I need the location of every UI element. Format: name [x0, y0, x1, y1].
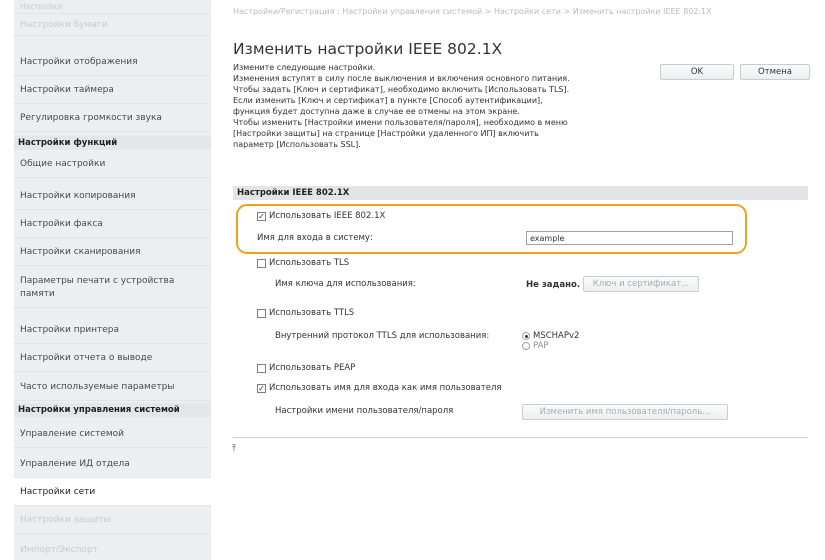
use-peap-checkbox[interactable] [257, 364, 266, 373]
section-header: Настройки IEEE 802.1X [233, 186, 808, 200]
sidebar-item-memory-print[interactable]: Параметры печати с устройства памяти [14, 268, 211, 308]
change-user-pass-button[interactable]: Изменить имя пользователя/пароль... [522, 404, 728, 420]
use-peap-label: Использовать PEAP [269, 363, 356, 373]
sidebar-item-dept-id[interactable]: Управление ИД отдела [14, 450, 211, 478]
use-login-as-user-label: Использовать имя для входа как имя польз… [269, 383, 502, 393]
use-ieee-label: Использовать IEEE 802.1X [269, 211, 386, 221]
description-line: Изменения вступят в силу после выключени… [233, 74, 570, 83]
page-title: Изменить настройки IEEE 802.1X [233, 40, 503, 58]
description-line: [Настройки защиты] на странице [Настройк… [233, 129, 539, 138]
key-cert-button[interactable]: Ключ и сертификат... [583, 276, 699, 292]
sidebar-section-functions: Настройки функций [14, 136, 211, 150]
sidebar-item-security[interactable]: Настройки защиты [14, 506, 211, 534]
description-text: Измените следующие настройки. Изменения … [233, 62, 653, 150]
description-line: Чтобы задать [Ключ и сертификат], необхо… [233, 85, 570, 94]
description-line: Чтобы изменить [Настройки имени пользова… [233, 118, 568, 127]
back-to-top-icon[interactable]: ⤒ [232, 444, 236, 454]
sidebar-item-fax[interactable]: Настройки факса [14, 210, 211, 238]
key-name-label: Имя ключа для использования: [275, 279, 416, 289]
description-line: Если изменить [Ключ и сертификат] в пунк… [233, 96, 543, 105]
sidebar-item-system-mgmt[interactable]: Управление системой [14, 420, 211, 448]
description-line: функция будет доступна даже в случае ее … [233, 107, 520, 116]
use-tls-label: Использовать TLS [269, 258, 350, 268]
sidebar-item-paper[interactable]: Настройки бумаги [14, 14, 211, 36]
key-name-value: Не задано. [526, 280, 581, 290]
sidebar-item-copy[interactable]: Настройки копирования [14, 182, 211, 210]
sidebar-item-output-report[interactable]: Настройки отчета о выводе [14, 344, 211, 372]
sidebar-item-printer[interactable]: Настройки принтера [14, 316, 211, 344]
ok-button[interactable]: OK [660, 64, 734, 80]
sidebar-item-import-export[interactable]: Импорт/Экспорт [14, 536, 211, 560]
use-ttls-checkbox[interactable] [257, 309, 266, 318]
sidebar-item-settings[interactable]: Настройки [14, 0, 211, 14]
description-line: Измените следующие настройки. [233, 63, 376, 72]
ttls-protocol-label: Внутренний протокол TTLS для использован… [275, 331, 490, 341]
use-tls-checkbox[interactable] [257, 259, 266, 268]
ttls-radio-mschapv2[interactable] [522, 332, 530, 340]
use-login-as-user-checkbox[interactable]: ✓ [257, 384, 266, 393]
sidebar-nav: Настройки Настройки бумаги Настройки ото… [14, 0, 211, 560]
ttls-option-pap: PAP [533, 341, 549, 351]
use-ieee-checkbox[interactable]: ✓ [257, 212, 266, 221]
login-name-input[interactable] [526, 231, 733, 245]
sidebar-item-general[interactable]: Общие настройки [14, 150, 211, 178]
sidebar-item-frequent[interactable]: Часто используемые параметры [14, 373, 211, 401]
sidebar-item-scan[interactable]: Настройки сканирования [14, 238, 211, 266]
ttls-radio-pap[interactable] [522, 342, 530, 350]
sidebar-section-system: Настройки управления системой [14, 403, 211, 417]
login-name-label: Имя для входа в систему: [257, 233, 373, 243]
user-pass-label: Настройки имени пользователя/пароля [275, 406, 454, 416]
use-ttls-label: Использовать TTLS [269, 308, 355, 318]
cancel-button[interactable]: Отмена [740, 64, 810, 80]
ttls-option-mschapv2: MSCHAPv2 [533, 331, 580, 341]
description-line: параметр [Использовать SSL]. [233, 140, 361, 149]
sidebar-item-volume[interactable]: Регулировка громкости звука [14, 104, 211, 132]
breadcrumb: Настройки/Регистрация : Настройки управл… [233, 7, 712, 16]
sidebar-item-timer[interactable]: Настройки таймера [14, 76, 211, 104]
sidebar-item-display[interactable]: Настройки отображения [14, 48, 211, 76]
sidebar-item-network[interactable]: Настройки сети [14, 478, 211, 506]
